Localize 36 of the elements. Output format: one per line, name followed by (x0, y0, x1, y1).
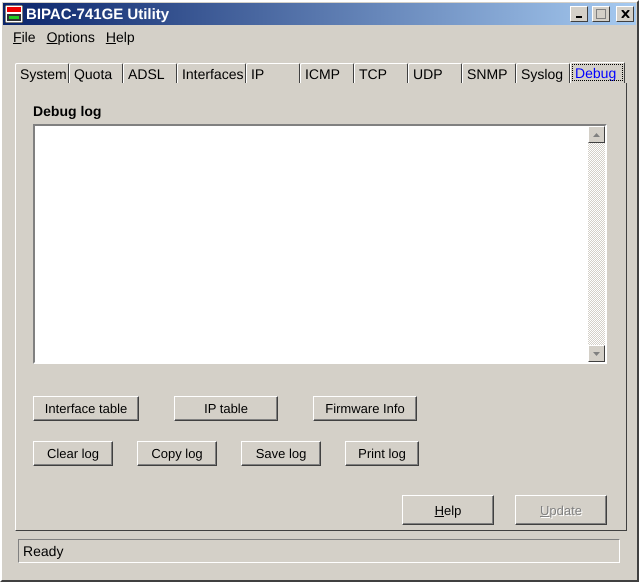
menu-item[interactable]: Help (102, 29, 142, 45)
tab[interactable]: UDP (408, 63, 462, 83)
tab[interactable]: ADSL (123, 63, 177, 83)
button[interactable]: Save log (241, 441, 321, 466)
menu-item[interactable]: Options (42, 29, 102, 45)
menu-item[interactable]: File (9, 29, 43, 45)
button[interactable]: Copy log (137, 441, 217, 466)
scroll-down-button[interactable] (588, 345, 605, 362)
tab[interactable]: Quota (69, 63, 123, 83)
button[interactable]: Firmware Info (313, 396, 417, 421)
tab[interactable]: ICMP (300, 63, 354, 83)
tab[interactable]: SNMP (462, 63, 516, 83)
tab[interactable]: Syslog (516, 63, 570, 83)
close-button[interactable] (616, 6, 634, 22)
tab[interactable]: System (15, 63, 69, 83)
button[interactable]: Print log (345, 441, 419, 466)
window-title: BIPAC-741GE Utility (26, 6, 170, 22)
button[interactable]: Interface table (33, 396, 139, 421)
button[interactable]: IP table (174, 396, 278, 421)
status-bar: Ready (18, 539, 620, 563)
tab[interactable]: Debug (570, 62, 625, 83)
button[interactable]: Clear log (33, 441, 113, 466)
maximize-button[interactable] (592, 6, 610, 22)
app-icon (5, 5, 23, 23)
tab[interactable]: Interfaces (177, 63, 246, 83)
section-label: Debug log (33, 103, 102, 119)
minimize-button[interactable] (570, 6, 588, 22)
tab[interactable]: IP (246, 63, 300, 83)
up-arrow-icon (593, 132, 600, 136)
help-button[interactable]: Help (402, 495, 494, 525)
maximize-icon (596, 9, 606, 19)
scrollbar[interactable] (588, 126, 605, 362)
close-icon (620, 10, 630, 18)
scroll-up-button[interactable] (588, 126, 605, 143)
down-arrow-icon (593, 352, 600, 356)
tab[interactable]: TCP (354, 63, 408, 83)
